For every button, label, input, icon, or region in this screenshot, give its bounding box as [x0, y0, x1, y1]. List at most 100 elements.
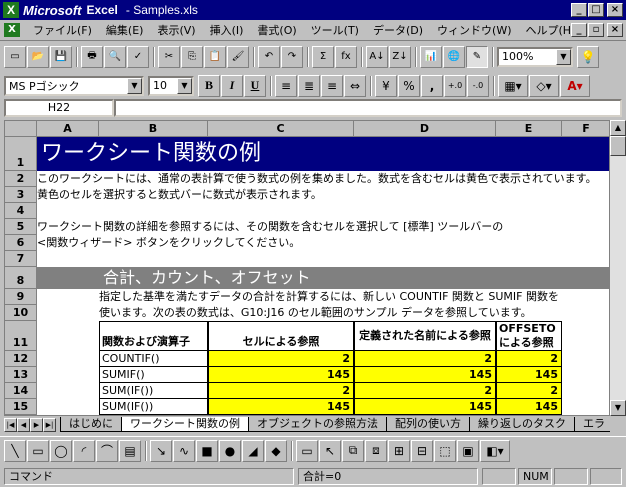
- filled-ellipse-icon[interactable]: ●: [219, 439, 241, 462]
- formula-cell[interactable]: 145: [496, 399, 562, 415]
- menu-data[interactable]: データ(D): [366, 21, 430, 40]
- row-header-14[interactable]: 14: [5, 383, 37, 399]
- sheet-title[interactable]: ワークシート関数の例: [37, 137, 609, 171]
- menu-tools[interactable]: ツール(T): [304, 21, 366, 40]
- row-header-4[interactable]: 4: [5, 203, 37, 219]
- map-icon[interactable]: 🌐: [443, 45, 465, 68]
- formula-cell[interactable]: 145: [208, 399, 354, 415]
- formula-cell[interactable]: 145: [354, 367, 496, 383]
- undo-icon[interactable]: ↶: [258, 45, 280, 68]
- maximize-button[interactable]: □: [588, 3, 604, 17]
- group-icon[interactable]: ⊞: [388, 439, 410, 462]
- row-header-5[interactable]: 5: [5, 219, 37, 235]
- merge-center-button[interactable]: ⇔: [344, 74, 366, 97]
- column-header-c[interactable]: C: [208, 121, 354, 137]
- text-row-2[interactable]: このワークシートには、通常の表計算で使う数式の例を集めました。数式を含むセルは黄…: [37, 171, 609, 187]
- sheet-tab[interactable]: 配列の使い方: [386, 417, 470, 432]
- drawing-icon[interactable]: ✎: [466, 45, 488, 68]
- align-left-button[interactable]: ≡: [275, 74, 297, 97]
- drop-shadow-icon[interactable]: ▣: [457, 439, 479, 462]
- zoom-select[interactable]: 100% ▼: [497, 46, 573, 67]
- formula-cell[interactable]: 2: [496, 351, 562, 367]
- column-header-a[interactable]: A: [37, 121, 99, 137]
- doc-close-button[interactable]: ×: [607, 23, 623, 37]
- table-header-name-ref[interactable]: 定義された名前による参照: [354, 321, 496, 351]
- formula-cell[interactable]: 145: [208, 367, 354, 383]
- filled-rectangle-icon[interactable]: ■: [196, 439, 218, 462]
- sort-ascending-icon[interactable]: A↓: [366, 45, 388, 68]
- row-header-12[interactable]: 12: [5, 351, 37, 367]
- next-sheet-icon[interactable]: ▶: [30, 417, 43, 432]
- doc-minimize-button[interactable]: _: [571, 23, 587, 37]
- send-back-icon[interactable]: ⧈: [365, 439, 387, 462]
- print-preview-icon[interactable]: 🔍: [104, 45, 126, 68]
- line-tool-icon[interactable]: ╲: [4, 439, 26, 462]
- column-header-b[interactable]: B: [99, 121, 208, 137]
- format-painter-icon[interactable]: 🖌: [227, 45, 249, 68]
- menu-edit[interactable]: 編集(E): [99, 21, 151, 40]
- table-row-label[interactable]: SUMIF(): [99, 367, 208, 383]
- font-color-button[interactable]: A▾: [560, 74, 590, 97]
- row-header-2[interactable]: 2: [5, 171, 37, 187]
- percent-style-button[interactable]: %: [398, 74, 420, 97]
- first-sheet-icon[interactable]: |◀: [4, 417, 17, 432]
- copy-icon[interactable]: ⎘: [181, 45, 203, 68]
- text-row-10[interactable]: 使います。次の表の数式は、G10:J16 のセル範囲のサンプル データを参照して…: [99, 305, 609, 321]
- name-box[interactable]: H22: [4, 99, 114, 117]
- vertical-scrollbar[interactable]: ▲ ▼: [610, 120, 626, 416]
- print-icon[interactable]: 🖶: [81, 45, 103, 68]
- font-name-select[interactable]: MS Pゴシック ▼: [4, 75, 144, 96]
- text-row-6[interactable]: <関数ウィザード> ボタンをクリックしてください。: [37, 235, 609, 251]
- align-center-button[interactable]: ≣: [298, 74, 320, 97]
- sheet-tab[interactable]: はじめに: [60, 417, 122, 432]
- scroll-thumb[interactable]: [610, 136, 626, 156]
- decrease-decimal-button[interactable]: -.0: [467, 74, 489, 97]
- text-row-9[interactable]: 指定した基準を満たすデータの合計を計算するには、新しい COUNTIF 関数と …: [99, 289, 609, 305]
- filled-freeform-icon[interactable]: ◆: [265, 439, 287, 462]
- menu-file[interactable]: ファイル(F): [26, 21, 99, 40]
- table-row-label[interactable]: SUM(IF()): [99, 383, 208, 399]
- minimize-button[interactable]: _: [571, 3, 587, 17]
- text-row-5[interactable]: ワークシート関数の詳細を参照するには、その関数を含むセルを選択して [標準] ツ…: [37, 219, 609, 235]
- formula-cell[interactable]: 2: [208, 351, 354, 367]
- excel-app-icon[interactable]: X: [3, 2, 19, 18]
- save-icon[interactable]: 💾: [50, 45, 72, 68]
- section-heading[interactable]: 合計、カウント、オフセット: [37, 267, 609, 289]
- select-objects-icon[interactable]: ↖: [319, 439, 341, 462]
- doc-restore-button[interactable]: ▫: [588, 23, 604, 37]
- filled-arc-icon[interactable]: ◢: [242, 439, 264, 462]
- borders-button[interactable]: ▦▾: [498, 74, 528, 97]
- bold-button[interactable]: B: [198, 74, 220, 97]
- row-header-1[interactable]: 1: [5, 137, 37, 171]
- fill-color-button[interactable]: ◇▾: [529, 74, 559, 97]
- paste-icon[interactable]: 📋: [204, 45, 226, 68]
- table-header-cell-ref[interactable]: セルによる参照: [208, 321, 354, 351]
- menu-insert[interactable]: 挿入(I): [203, 21, 251, 40]
- arrow-tool-icon[interactable]: ↘: [150, 439, 172, 462]
- textbox-tool-icon[interactable]: ▤: [119, 439, 141, 462]
- freeform-tool-icon[interactable]: ⌒: [96, 439, 118, 462]
- row-header-7[interactable]: 7: [5, 251, 37, 267]
- formula-cell[interactable]: 2: [354, 383, 496, 399]
- reshape-icon[interactable]: ⬚: [434, 439, 456, 462]
- text-row-3[interactable]: 黄色のセルを選択すると数式バーに数式が表示されます。: [37, 187, 609, 203]
- scroll-up-icon[interactable]: ▲: [610, 120, 626, 136]
- increase-decimal-button[interactable]: +.0: [444, 74, 466, 97]
- column-header-e[interactable]: E: [496, 121, 562, 137]
- formula-bar[interactable]: [114, 99, 622, 117]
- ellipse-tool-icon[interactable]: ◯: [50, 439, 72, 462]
- autosum-icon[interactable]: Σ: [312, 45, 334, 68]
- row-header-10[interactable]: 10: [5, 305, 37, 321]
- font-size-select[interactable]: 10 ▼: [148, 75, 194, 96]
- function-wizard-icon[interactable]: fx: [335, 45, 357, 68]
- formula-cell[interactable]: 2: [354, 351, 496, 367]
- column-header-f[interactable]: F: [562, 121, 609, 137]
- sort-descending-icon[interactable]: Z↓: [389, 45, 411, 68]
- bring-front-icon[interactable]: ⧉: [342, 439, 364, 462]
- new-icon[interactable]: ▭: [4, 45, 26, 68]
- chart-wizard-icon[interactable]: 📊: [420, 45, 442, 68]
- formula-cell[interactable]: 145: [496, 367, 562, 383]
- scroll-down-icon[interactable]: ▼: [610, 400, 626, 416]
- arc-tool-icon[interactable]: ◜: [73, 439, 95, 462]
- formula-cell[interactable]: 2: [496, 383, 562, 399]
